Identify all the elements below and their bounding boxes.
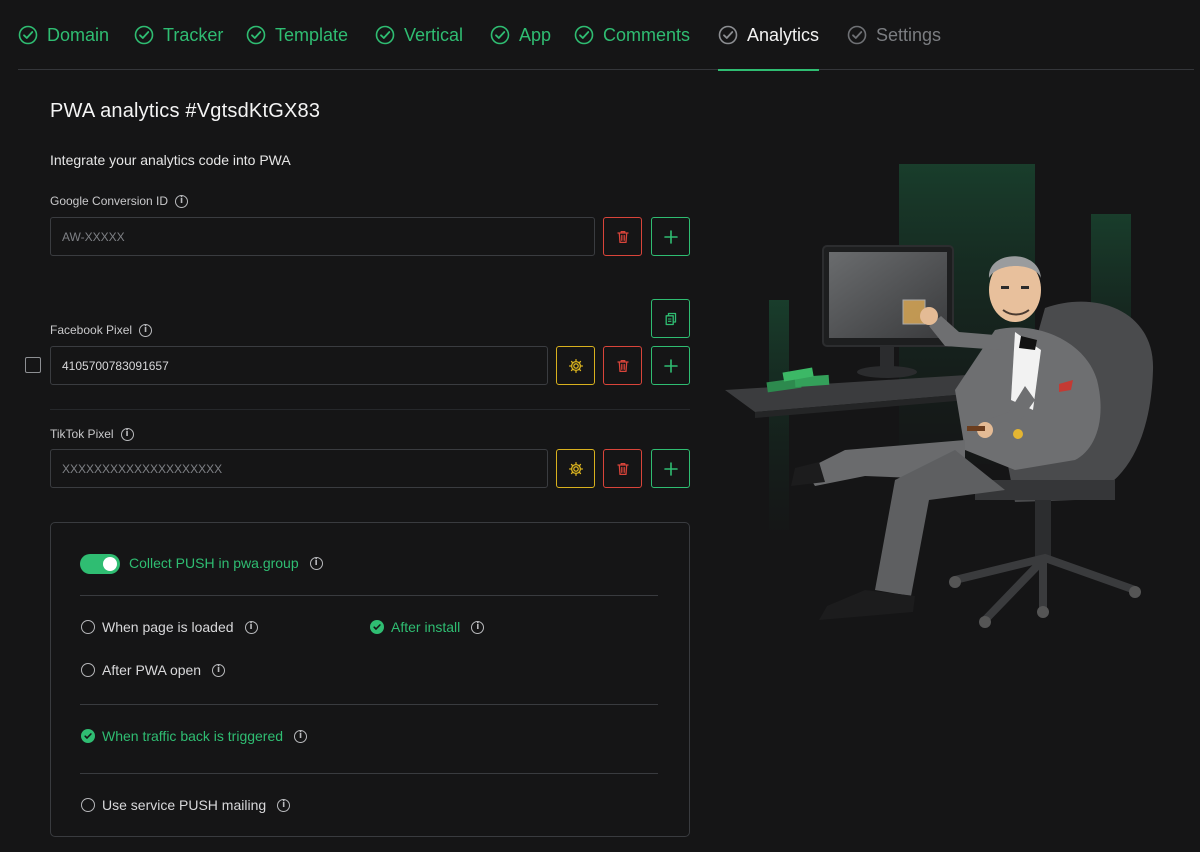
option-label: When traffic back is triggered bbox=[102, 728, 284, 744]
check-circle-icon bbox=[370, 620, 384, 634]
tab-label: Settings bbox=[876, 24, 942, 45]
trash-icon bbox=[616, 230, 629, 243]
trash-icon bbox=[616, 462, 629, 475]
tab-tracker[interactable]: Tracker bbox=[134, 0, 223, 70]
facebook-copy-button[interactable] bbox=[651, 299, 690, 338]
tab-analytics[interactable]: Analytics bbox=[718, 0, 820, 71]
divider bbox=[80, 595, 658, 596]
check-circle-icon bbox=[375, 25, 395, 45]
info-icon[interactable]: i bbox=[212, 663, 226, 677]
google-add-button[interactable] bbox=[651, 217, 690, 256]
facebook-pixel-label-row: Facebook Pixel i bbox=[50, 323, 153, 337]
info-icon[interactable]: i bbox=[294, 729, 308, 743]
step-tabs: Domain Tracker Template Vertical App Com… bbox=[18, 0, 1194, 71]
facebook-pixel-label: Facebook Pixel bbox=[50, 323, 133, 337]
tab-comments[interactable]: Comments bbox=[574, 0, 690, 70]
divider bbox=[50, 409, 690, 410]
facebook-pixel-input[interactable]: 4105700783091657 bbox=[50, 346, 548, 385]
facebook-delete-button[interactable] bbox=[603, 346, 642, 385]
collect-push-label-row: Collect PUSH in pwa.group i bbox=[129, 555, 323, 571]
option-service-push-mailing[interactable]: Use service PUSH mailing i bbox=[81, 797, 291, 813]
tab-domain[interactable]: Domain bbox=[18, 0, 109, 70]
option-traffic-back[interactable]: When traffic back is triggered i bbox=[81, 728, 308, 744]
tiktok-pixel-label: TikTok Pixel bbox=[50, 427, 114, 441]
option-label: After install bbox=[391, 619, 461, 635]
option-after-install[interactable]: After install i bbox=[370, 619, 485, 635]
copy-icon bbox=[665, 312, 676, 325]
google-conversion-label-row: Google Conversion ID i bbox=[50, 194, 189, 208]
info-icon[interactable]: i bbox=[244, 620, 258, 634]
info-icon[interactable]: i bbox=[120, 427, 134, 441]
tab-label: Domain bbox=[47, 24, 110, 45]
radio-unchecked bbox=[81, 663, 95, 677]
tab-label: Analytics bbox=[747, 24, 820, 45]
google-conversion-id-input[interactable]: AW-XXXXX bbox=[50, 217, 595, 256]
google-delete-button[interactable] bbox=[603, 217, 642, 256]
toggle-knob bbox=[103, 557, 117, 571]
option-label: Use service PUSH mailing bbox=[102, 797, 267, 813]
plus-icon bbox=[663, 358, 678, 373]
tab-label: Vertical bbox=[404, 24, 464, 45]
check-circle-icon bbox=[847, 25, 867, 45]
divider bbox=[80, 773, 658, 774]
facebook-settings-button[interactable] bbox=[556, 346, 595, 385]
radio-unchecked bbox=[81, 798, 95, 812]
tiktok-pixel-input[interactable]: XXXXXXXXXXXXXXXXXXXX bbox=[50, 449, 548, 488]
check-circle-icon bbox=[18, 25, 38, 45]
collect-push-toggle[interactable] bbox=[80, 554, 120, 574]
tab-app[interactable]: App bbox=[490, 0, 551, 70]
info-icon[interactable]: i bbox=[309, 556, 323, 570]
tab-template[interactable]: Template bbox=[246, 0, 348, 70]
info-icon[interactable]: i bbox=[471, 620, 485, 634]
tab-settings[interactable]: Settings bbox=[847, 0, 941, 70]
page-title: PWA analytics #VgtsdKtGX83 bbox=[50, 100, 321, 122]
option-after-pwa-open[interactable]: After PWA open i bbox=[81, 662, 226, 678]
collect-push-label: Collect PUSH in pwa.group bbox=[129, 555, 299, 571]
tab-label: Tracker bbox=[163, 24, 224, 45]
gear-icon bbox=[568, 358, 583, 373]
option-label: After PWA open bbox=[102, 662, 202, 678]
tab-label: App bbox=[519, 24, 552, 45]
check-circle-icon bbox=[134, 25, 154, 45]
tab-vertical[interactable]: Vertical bbox=[375, 0, 463, 70]
check-circle-icon bbox=[81, 729, 95, 743]
tiktok-settings-button[interactable] bbox=[556, 449, 595, 488]
facebook-pixel-checkbox[interactable] bbox=[25, 357, 41, 373]
tiktok-add-button[interactable] bbox=[651, 449, 690, 488]
tiktok-pixel-label-row: TikTok Pixel i bbox=[50, 427, 134, 441]
option-label: When page is loaded bbox=[102, 619, 234, 635]
check-circle-icon bbox=[574, 25, 594, 45]
option-page-loaded[interactable]: When page is loaded i bbox=[81, 619, 258, 635]
plus-icon bbox=[663, 461, 678, 476]
divider bbox=[80, 704, 658, 705]
tab-label: Comments bbox=[603, 24, 691, 45]
plus-icon bbox=[663, 229, 678, 244]
gear-icon bbox=[568, 461, 583, 476]
check-circle-icon bbox=[718, 25, 738, 45]
facebook-add-button[interactable] bbox=[651, 346, 690, 385]
trash-icon bbox=[616, 359, 629, 372]
page-subtitle: Integrate your analytics code into PWA bbox=[50, 152, 291, 168]
google-conversion-label: Google Conversion ID bbox=[50, 194, 169, 208]
info-icon[interactable]: i bbox=[175, 194, 189, 208]
check-circle-icon bbox=[490, 25, 510, 45]
mascot-illustration bbox=[725, 164, 1154, 628]
tab-label: Template bbox=[275, 24, 349, 45]
tiktok-delete-button[interactable] bbox=[603, 449, 642, 488]
info-icon[interactable]: i bbox=[277, 798, 291, 812]
check-circle-icon bbox=[246, 25, 266, 45]
radio-unchecked bbox=[81, 620, 95, 634]
info-icon[interactable]: i bbox=[139, 323, 153, 337]
